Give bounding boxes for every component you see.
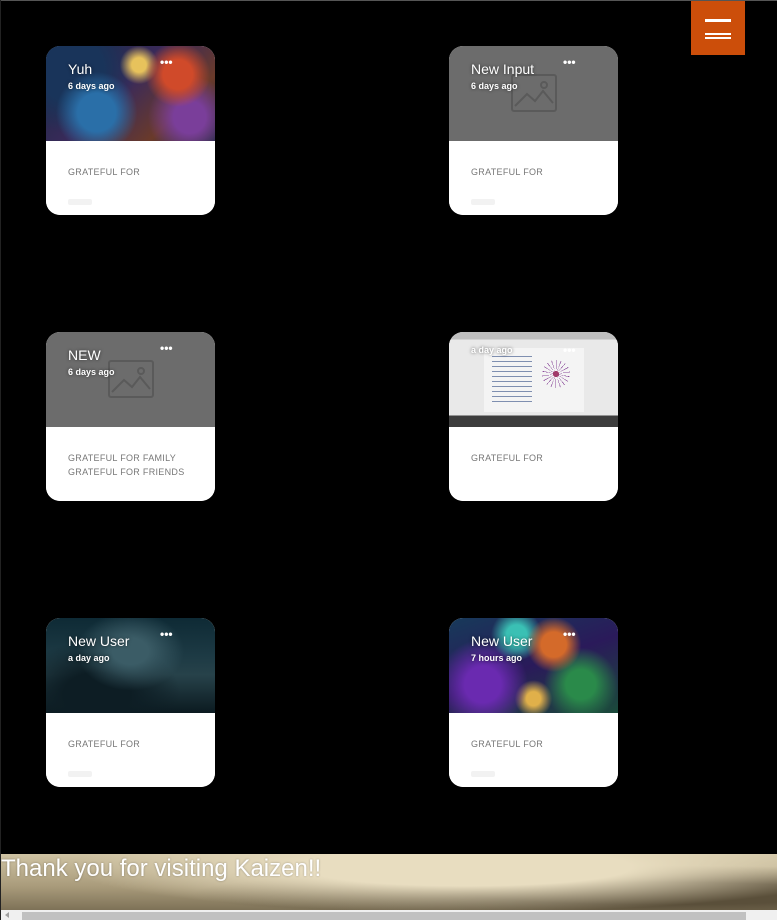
card-title: New Input [471, 61, 535, 77]
gratitude-line: GRATEFUL FOR FRIENDS [68, 467, 185, 477]
card-title: NEW [68, 347, 101, 363]
more-options-icon[interactable]: ••• [563, 628, 576, 640]
card-body: GRATEFUL FOR [449, 713, 618, 787]
left-border [0, 0, 1, 920]
faint-line [68, 199, 92, 205]
journal-card[interactable]: New User 7 hours ago ••• GRATEFUL FOR [449, 618, 618, 787]
gratitude-entry: GRATEFUL FOR [471, 739, 544, 749]
gratitude-entry: GRATEFUL FOR [68, 167, 141, 177]
faint-line [471, 771, 495, 777]
more-options-icon[interactable]: ••• [160, 628, 173, 640]
journal-card[interactable]: a day ago ••• GRATEFUL FOR [449, 332, 618, 501]
card-title: New User [68, 633, 130, 649]
menu-bar-bottom [705, 37, 731, 39]
hamburger-menu-button[interactable] [691, 1, 745, 55]
journal-card[interactable]: New Input 6 days ago ••• GRATEFUL FOR [449, 46, 618, 215]
journal-card[interactable]: New User a day ago ••• GRATEFUL FOR [46, 618, 215, 787]
gratitude-entry: GRATEFUL FOR [471, 453, 544, 463]
card-body: GRATEFUL FOR [46, 141, 215, 215]
top-border [0, 0, 777, 1]
screenshot-document [484, 348, 584, 412]
card-title: New User [471, 633, 533, 649]
card-body: GRATEFUL FOR [46, 713, 215, 787]
scrollbar-thumb[interactable] [22, 912, 746, 920]
horizontal-scrollbar[interactable] [1, 910, 777, 920]
card-body: GRATEFUL FOR [449, 427, 618, 501]
menu-bar-middle [705, 33, 731, 35]
gratitude-line: GRATEFUL FOR FAMILY [68, 453, 177, 463]
card-title: Yuh [68, 61, 93, 77]
card-body: GRATEFUL FOR [449, 141, 618, 215]
image-placeholder-icon [511, 74, 557, 112]
faint-line [471, 199, 495, 205]
card-timestamp: 7 hours ago [471, 653, 523, 663]
gratitude-entry: GRATEFUL FOR FAMILY GRATEFUL FOR FRIENDS [68, 451, 185, 479]
more-options-icon[interactable]: ••• [563, 344, 576, 356]
journal-card[interactable]: NEW 6 days ago ••• GRATEFUL FOR FAMILY G… [46, 332, 215, 501]
card-timestamp: 6 days ago [68, 81, 115, 91]
card-body: GRATEFUL FOR FAMILY GRATEFUL FOR FRIENDS [46, 427, 215, 501]
footer-message: Thank you for visiting Kaizen!! [1, 855, 322, 882]
more-options-icon[interactable]: ••• [160, 56, 173, 68]
card-timestamp: 6 days ago [471, 81, 518, 91]
menu-bar-top [705, 19, 731, 22]
card-timestamp: a day ago [68, 653, 110, 663]
journal-card[interactable]: Yuh 6 days ago ••• GRATEFUL FOR [46, 46, 215, 215]
card-timestamp: a day ago [471, 345, 513, 355]
more-options-icon[interactable]: ••• [160, 342, 173, 354]
gratitude-entry: GRATEFUL FOR [68, 739, 141, 749]
image-placeholder-icon [108, 360, 154, 398]
faint-line [68, 771, 92, 777]
scroll-left-icon[interactable] [5, 912, 9, 918]
more-options-icon[interactable]: ••• [563, 56, 576, 68]
card-timestamp: 6 days ago [68, 367, 115, 377]
gratitude-entry: GRATEFUL FOR [471, 167, 544, 177]
